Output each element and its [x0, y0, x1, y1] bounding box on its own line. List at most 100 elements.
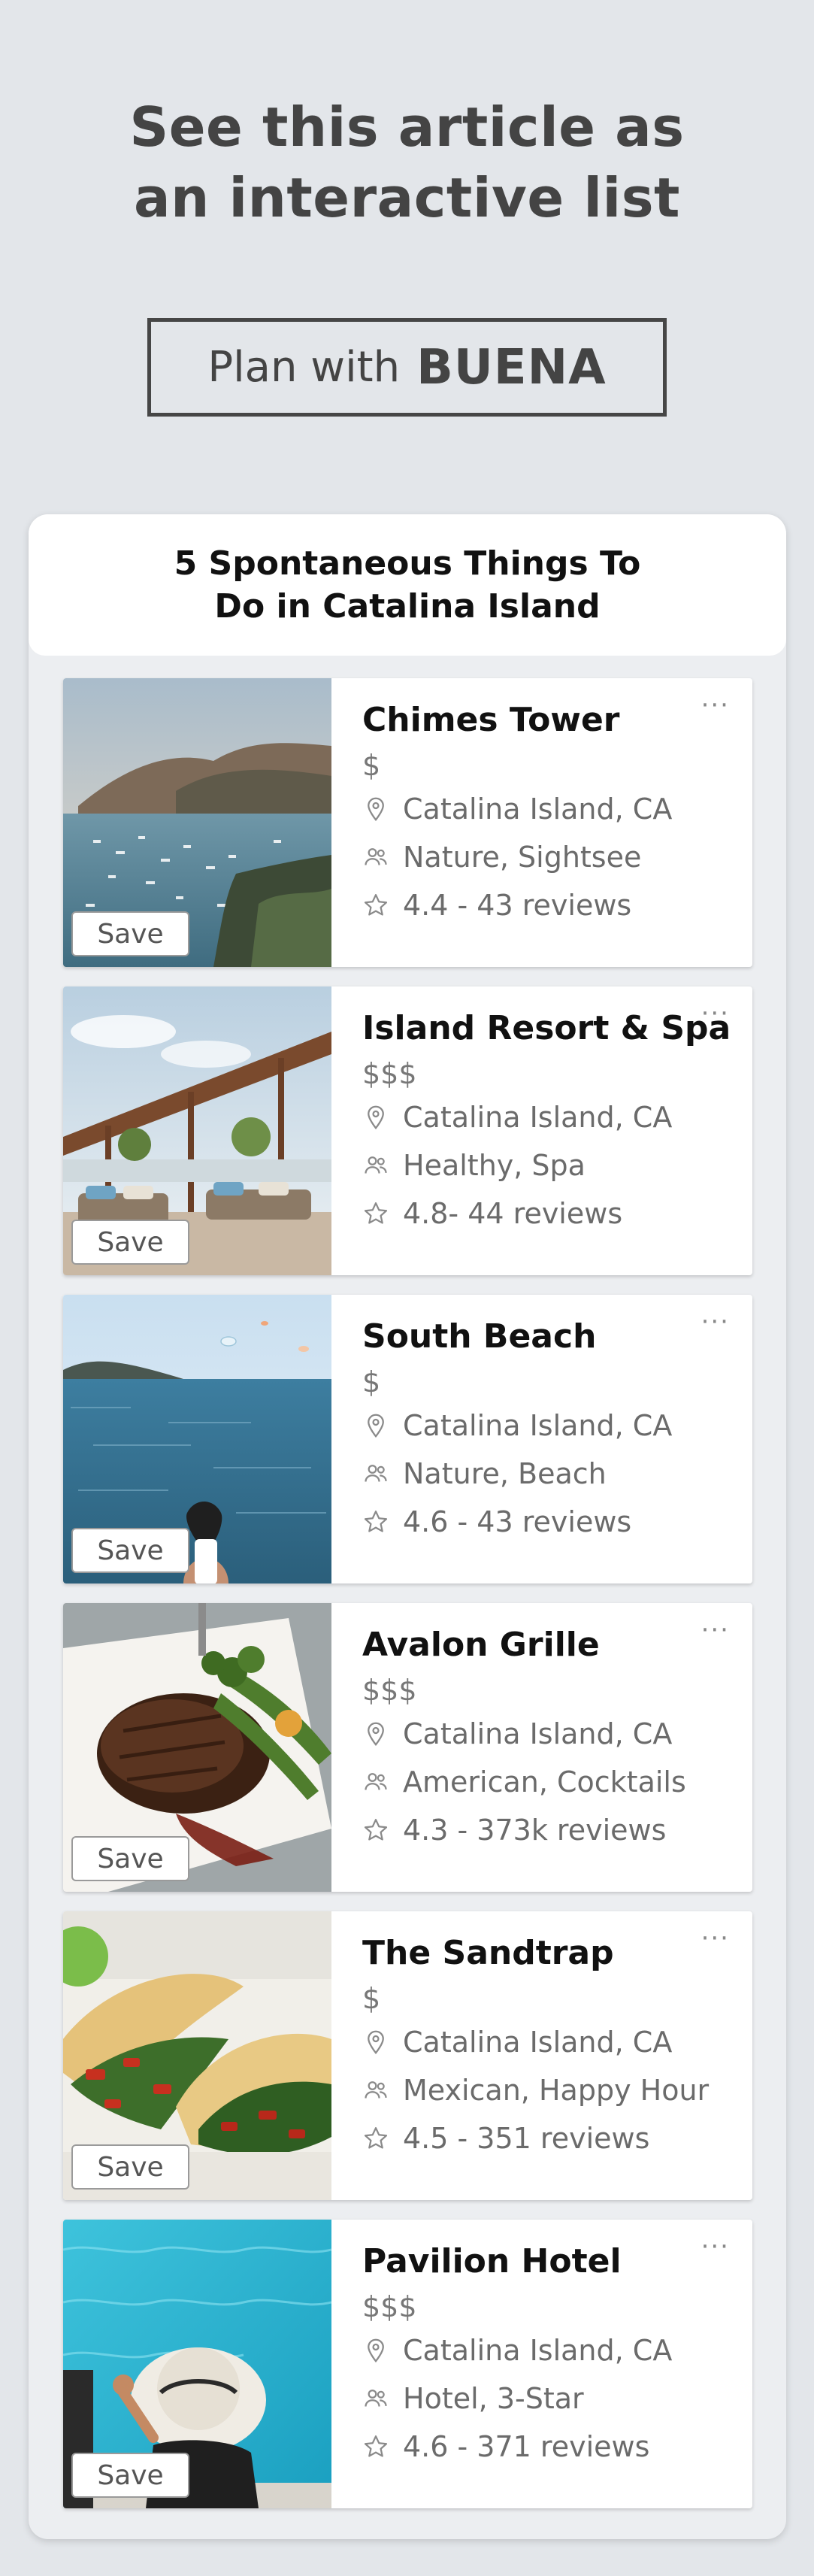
map-pin-icon	[368, 797, 384, 822]
item-name[interactable]: South Beach	[362, 1316, 738, 1358]
item-rating-row: 4.6 - 43 reviews	[362, 1498, 738, 1546]
list-item-pavilion-hotel[interactable]: Save ··· Pavilion Hotel $$$ Catalina Isl…	[63, 2220, 752, 2508]
item-rating-row: 4.3 - 373k reviews	[362, 1806, 738, 1854]
list-item-island-resort-spa[interactable]: Save ··· Island Resort & Spa $$$ Catalin…	[63, 986, 752, 1275]
list-header: 5 Spontaneous Things To Do in Catalina I…	[29, 514, 786, 656]
plan-button-brand: BUENA	[416, 339, 607, 395]
people-icon	[365, 1773, 387, 1790]
item-photo[interactable]: Save	[63, 986, 331, 1275]
item-tags-row: Hotel, 3-Star	[362, 2374, 738, 2423]
item-price: $	[362, 1365, 381, 1399]
save-button[interactable]: Save	[71, 2144, 189, 2190]
list-item-the-sandtrap[interactable]: Save ··· The Sandtrap $ Catalina Island,…	[63, 1911, 752, 2200]
item-price: $	[362, 749, 381, 782]
item-tags: Nature, Sightsee	[403, 841, 642, 874]
item-location-row: Catalina Island, CA	[362, 1093, 738, 1141]
save-button[interactable]: Save	[71, 1220, 189, 1265]
list-item-chimes-tower[interactable]: Save ··· Chimes Tower $ Catalina Island,…	[63, 678, 752, 967]
list-title-line-2: Do in Catalina Island	[214, 587, 601, 626]
item-tags-row: Nature, Sightsee	[362, 833, 738, 881]
map-pin-icon	[368, 1105, 384, 1130]
item-name[interactable]: Chimes Tower	[362, 699, 738, 741]
item-price: $$$	[362, 1057, 417, 1090]
map-pin-icon	[368, 1722, 384, 1747]
item-name[interactable]: The Sandtrap	[362, 1932, 738, 1974]
item-location-row: Catalina Island, CA	[362, 1402, 738, 1450]
save-button[interactable]: Save	[71, 2453, 189, 2498]
item-tags: Healthy, Spa	[403, 1149, 586, 1182]
item-location: Catalina Island, CA	[403, 2026, 673, 2059]
plan-button-prefix: Plan with	[207, 343, 401, 392]
map-pin-icon	[368, 2030, 384, 2055]
star-outline-icon	[364, 2127, 388, 2149]
list-title-line-1: 5 Spontaneous Things To	[174, 544, 641, 583]
item-tags-row: Mexican, Happy Hour	[362, 2066, 738, 2114]
item-location-row: Catalina Island, CA	[362, 785, 738, 833]
plan-with-buena-button[interactable]: Plan with BUENA	[147, 318, 667, 417]
people-icon	[365, 1465, 387, 1482]
hero-title-line-1: See this article as	[129, 95, 685, 159]
item-rating-row: 4.5 - 351 reviews	[362, 2114, 738, 2162]
save-button[interactable]: Save	[71, 1528, 189, 1573]
item-name[interactable]: Pavilion Hotel	[362, 2241, 738, 2283]
item-rating: 4.8- 44 reviews	[403, 1197, 623, 1230]
item-photo[interactable]: Save	[63, 2220, 331, 2508]
item-tags: Hotel, 3-Star	[403, 2382, 584, 2415]
item-tags: Nature, Beach	[403, 1457, 607, 1490]
item-info: South Beach $ Catalina Island, CA Nature…	[362, 1316, 738, 1546]
item-name[interactable]: Avalon Grille	[362, 1624, 738, 1666]
star-outline-icon	[364, 1819, 388, 1841]
star-outline-icon	[364, 1511, 388, 1532]
interactive-list-card: 5 Spontaneous Things To Do in Catalina I…	[29, 514, 786, 2539]
save-button[interactable]: Save	[71, 1836, 189, 1881]
item-location: Catalina Island, CA	[403, 792, 673, 826]
item-tags-row: Healthy, Spa	[362, 1141, 738, 1190]
hero-title-line-2: an interactive list	[134, 166, 680, 229]
item-name[interactable]: Island Resort & Spa	[362, 1008, 738, 1050]
item-tags-row: Nature, Beach	[362, 1450, 738, 1498]
hero-title: See this article as an interactive list	[0, 92, 814, 233]
item-rating-row: 4.6 - 371 reviews	[362, 2423, 738, 2471]
people-icon	[365, 848, 387, 865]
list-item-south-beach[interactable]: Save ··· South Beach $ Catalina Island, …	[63, 1295, 752, 1583]
item-rating: 4.5 - 351 reviews	[403, 2122, 650, 2155]
item-rating-row: 4.4 - 43 reviews	[362, 881, 738, 929]
item-rating: 4.3 - 373k reviews	[403, 1814, 667, 1847]
item-location: Catalina Island, CA	[403, 1101, 673, 1134]
save-button[interactable]: Save	[71, 911, 189, 956]
item-location-row: Catalina Island, CA	[362, 1710, 738, 1758]
item-location: Catalina Island, CA	[403, 2334, 673, 2367]
item-tags: American, Cocktails	[403, 1765, 686, 1799]
item-tags-row: American, Cocktails	[362, 1758, 738, 1806]
item-photo[interactable]: Save	[63, 1911, 331, 2200]
item-location: Catalina Island, CA	[403, 1717, 673, 1750]
item-tags: Mexican, Happy Hour	[403, 2074, 710, 2107]
list-item-avalon-grille[interactable]: Save ··· Avalon Grille $$$ Catalina Isla…	[63, 1603, 752, 1892]
item-location-row: Catalina Island, CA	[362, 2326, 738, 2374]
item-photo[interactable]: Save	[63, 1603, 331, 1892]
item-rating: 4.4 - 43 reviews	[403, 889, 632, 922]
item-info: Island Resort & Spa $$$ Catalina Island,…	[362, 1008, 738, 1238]
item-price: $	[362, 1982, 381, 2015]
people-icon	[365, 2390, 387, 2407]
item-info: Pavilion Hotel $$$ Catalina Island, CA H…	[362, 2241, 738, 2471]
star-outline-icon	[364, 894, 388, 916]
people-icon	[365, 2081, 387, 2099]
item-info: Avalon Grille $$$ Catalina Island, CA Am…	[362, 1624, 738, 1854]
item-location-row: Catalina Island, CA	[362, 2018, 738, 2066]
map-pin-icon	[368, 2338, 384, 2363]
item-photo[interactable]: Save	[63, 678, 331, 967]
item-rating-row: 4.8- 44 reviews	[362, 1190, 738, 1238]
star-outline-icon	[364, 1202, 388, 1224]
star-outline-icon	[364, 2435, 388, 2457]
item-price: $$$	[362, 1674, 417, 1707]
item-rating: 4.6 - 371 reviews	[403, 2430, 650, 2463]
item-price: $$$	[362, 2290, 417, 2323]
item-info: The Sandtrap $ Catalina Island, CA Mexic…	[362, 1932, 738, 2162]
item-info: Chimes Tower $ Catalina Island, CA Natur…	[362, 699, 738, 929]
map-pin-icon	[368, 1414, 384, 1438]
people-icon	[365, 1156, 387, 1174]
item-rating: 4.6 - 43 reviews	[403, 1505, 632, 1538]
item-photo[interactable]: Save	[63, 1295, 331, 1583]
item-location: Catalina Island, CA	[403, 1409, 673, 1442]
